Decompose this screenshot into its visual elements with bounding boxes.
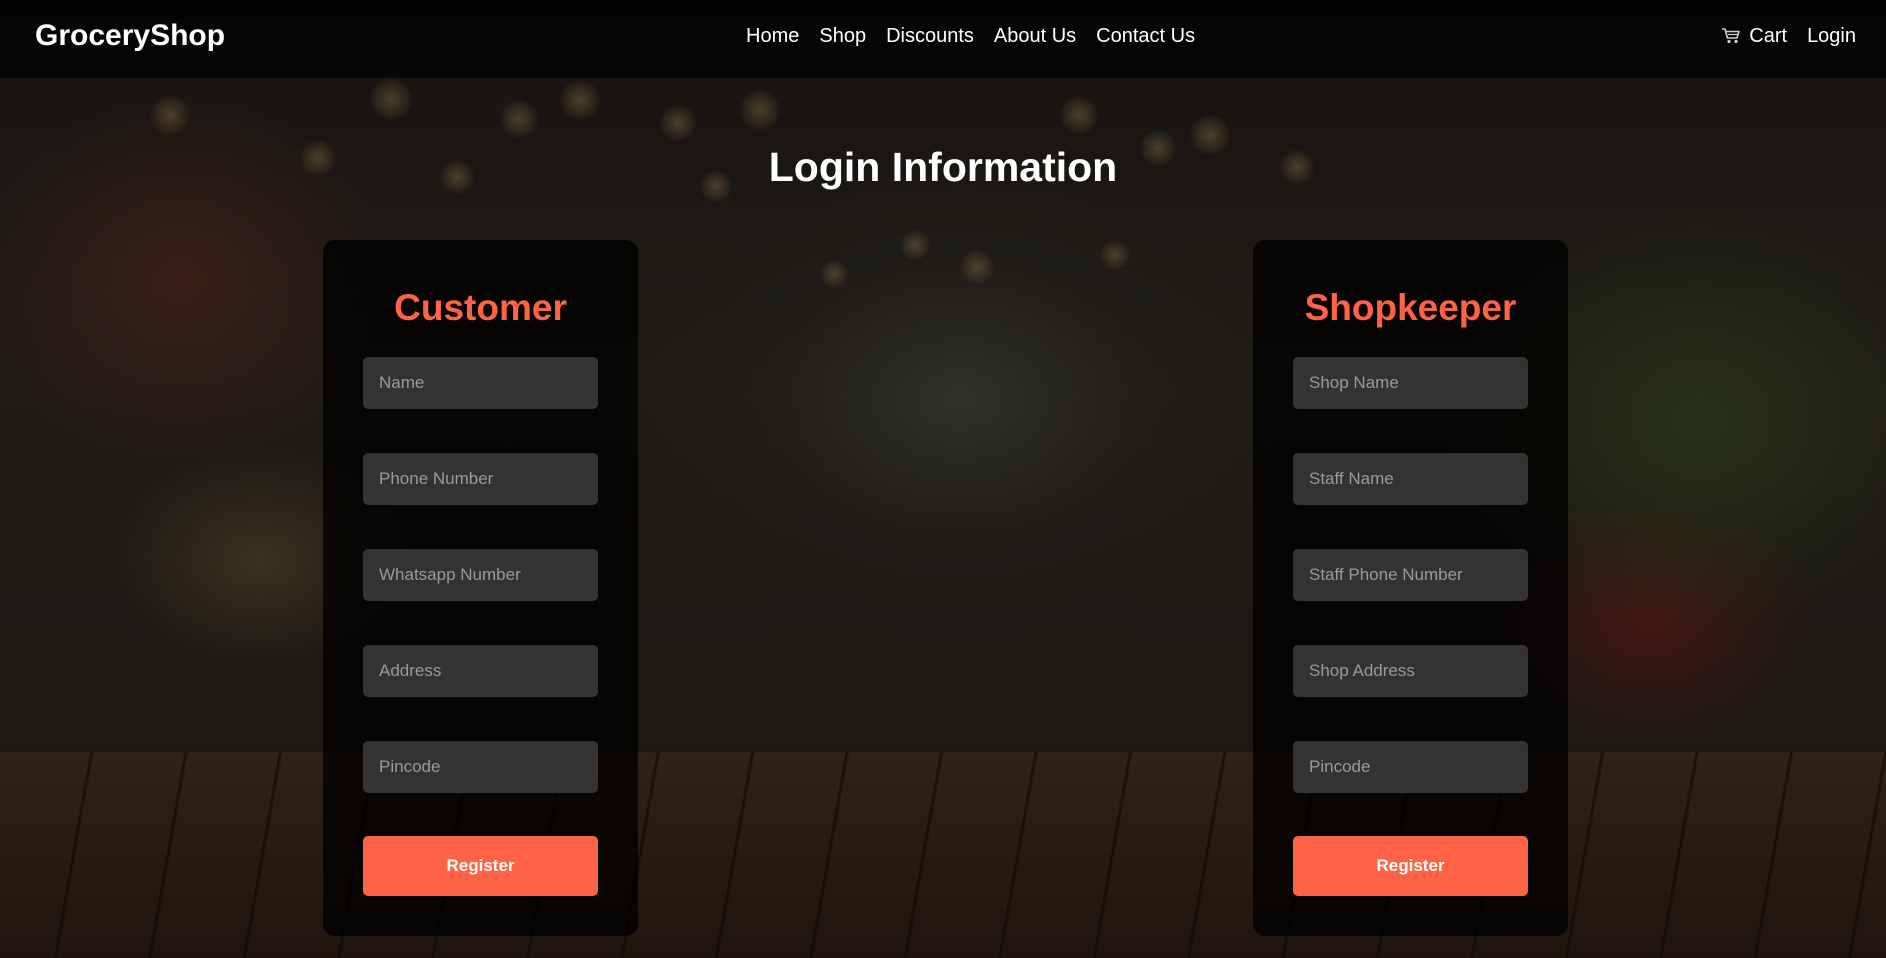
nav-link-contact-us[interactable]: Contact Us: [1096, 22, 1195, 50]
shopkeeper-card: Shopkeeper Register: [1253, 240, 1568, 936]
shop-pincode-input[interactable]: [1293, 741, 1528, 793]
customer-title: Customer: [394, 287, 567, 328]
staff-phone-input[interactable]: [1293, 549, 1528, 601]
cart-label: Cart: [1749, 25, 1788, 47]
login-link[interactable]: Login: [1807, 22, 1856, 50]
customer-name-input[interactable]: [363, 357, 598, 409]
shop-name-input[interactable]: [1293, 357, 1528, 409]
nav-link-about-us[interactable]: About Us: [994, 22, 1076, 50]
customer-pincode-input[interactable]: [363, 741, 598, 793]
customer-phone-input[interactable]: [363, 453, 598, 505]
nav-link-discounts[interactable]: Discounts: [886, 22, 974, 50]
customer-address-input[interactable]: [363, 645, 598, 697]
nav-links: Home Shop Discounts About Us Contact Us: [746, 22, 1195, 50]
customer-register-button[interactable]: Register: [363, 836, 598, 896]
customer-card: Customer Register: [323, 240, 638, 936]
staff-name-input[interactable]: [1293, 453, 1528, 505]
navbar: GroceryShop Home Shop Discounts About Us…: [0, 0, 1886, 78]
shop-address-input[interactable]: [1293, 645, 1528, 697]
cart-link[interactable]: Cart: [1721, 22, 1787, 50]
customer-whatsapp-input[interactable]: [363, 549, 598, 601]
nav-link-home[interactable]: Home: [746, 22, 799, 50]
shopkeeper-title: Shopkeeper: [1304, 287, 1517, 328]
page-title: Login Information: [768, 144, 1118, 190]
nav-link-shop[interactable]: Shop: [819, 22, 866, 50]
shopping-cart-icon: [1721, 27, 1741, 45]
shopkeeper-register-button[interactable]: Register: [1293, 836, 1528, 896]
nav-right: Cart Login: [1721, 22, 1856, 50]
brand-logo[interactable]: GroceryShop: [35, 18, 225, 54]
